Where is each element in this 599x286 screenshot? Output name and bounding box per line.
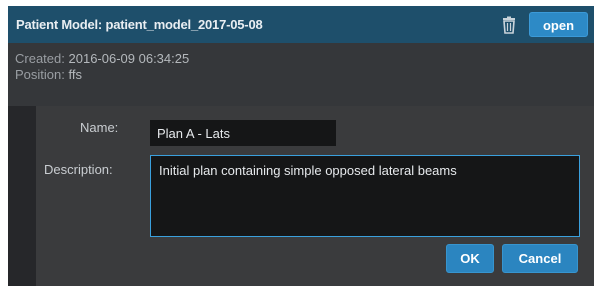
created-line: Created: 2016-06-09 06:34:25 [15,51,189,66]
left-strip [8,106,36,286]
created-value: 2016-06-09 06:34:25 [68,51,190,66]
description-label: Description: [44,162,113,177]
open-button[interactable]: open [529,12,588,37]
panel-title: Patient Model: patient_model_2017-05-08 [16,17,263,32]
name-label: Name: [80,120,119,135]
position-line: Position: ffs [15,67,82,82]
model-info: Created: 2016-06-09 06:34:25 Position: f… [8,43,594,106]
cancel-button[interactable]: Cancel [502,244,578,273]
trash-icon[interactable] [499,15,519,35]
ok-button[interactable]: OK [446,244,494,273]
created-label: Created: [15,51,65,66]
name-input[interactable]: Plan A - Lats [150,120,336,146]
position-label: Position: [15,67,65,82]
description-textarea[interactable]: Initial plan containing simple opposed l… [150,155,580,237]
panel-header: Patient Model: patient_model_2017-05-08 … [8,6,594,43]
position-value: ffs [68,67,83,82]
